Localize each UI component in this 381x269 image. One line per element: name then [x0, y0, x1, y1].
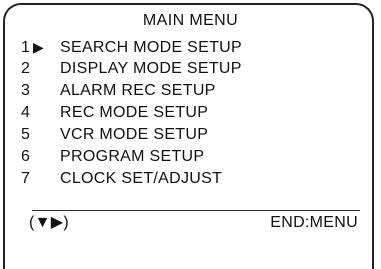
menu-item-number: 3	[21, 82, 31, 99]
menu-item-number: 5	[21, 126, 31, 143]
navigation-hint: (▼▶)	[29, 214, 69, 231]
menu-item-clock-set-adjust[interactable]: 7 CLOCK SET/ADJUST	[21, 168, 242, 190]
menu-item-label: VCR MODE SETUP	[60, 126, 209, 143]
footer-divider	[32, 210, 360, 211]
menu-item-search-mode-setup[interactable]: 1 ▶ SEARCH MODE SETUP	[21, 36, 242, 58]
menu-item-vcr-mode-setup[interactable]: 5 VCR MODE SETUP	[21, 124, 242, 146]
menu-item-number: 2	[21, 60, 31, 77]
menu-item-program-setup[interactable]: 6 PROGRAM SETUP	[21, 146, 242, 168]
osd-screen: MAIN MENU 1 ▶ SEARCH MODE SETUP 2 DISPLAY M…	[0, 0, 381, 269]
menu-item-label: DISPLAY MODE SETUP	[60, 60, 242, 77]
menu-item-number: 1	[21, 39, 31, 56]
menu-item-rec-mode-setup[interactable]: 4 REC MODE SETUP	[21, 102, 242, 124]
menu-item-label: SEARCH MODE SETUP	[60, 39, 243, 56]
menu-item-display-mode-setup[interactable]: 2 DISPLAY MODE SETUP	[21, 58, 242, 80]
menu-title: MAIN MENU	[142, 12, 239, 29]
menu-item-alarm-rec-setup[interactable]: 3 ALARM REC SETUP	[21, 80, 242, 102]
selection-cursor-icon: ▶	[33, 39, 45, 55]
menu-item-label: ALARM REC SETUP	[60, 82, 216, 99]
exit-hint: END:MENU	[270, 214, 358, 231]
menu-item-label: REC MODE SETUP	[60, 104, 209, 121]
menu-item-label: PROGRAM SETUP	[60, 148, 205, 165]
main-menu-list: 1 ▶ SEARCH MODE SETUP 2 DISPLAY MODE SETUP …	[21, 36, 242, 190]
menu-item-number: 6	[21, 148, 31, 165]
menu-item-number: 4	[21, 104, 31, 121]
menu-item-number: 7	[21, 170, 31, 187]
menu-item-label: CLOCK SET/ADJUST	[60, 170, 223, 187]
